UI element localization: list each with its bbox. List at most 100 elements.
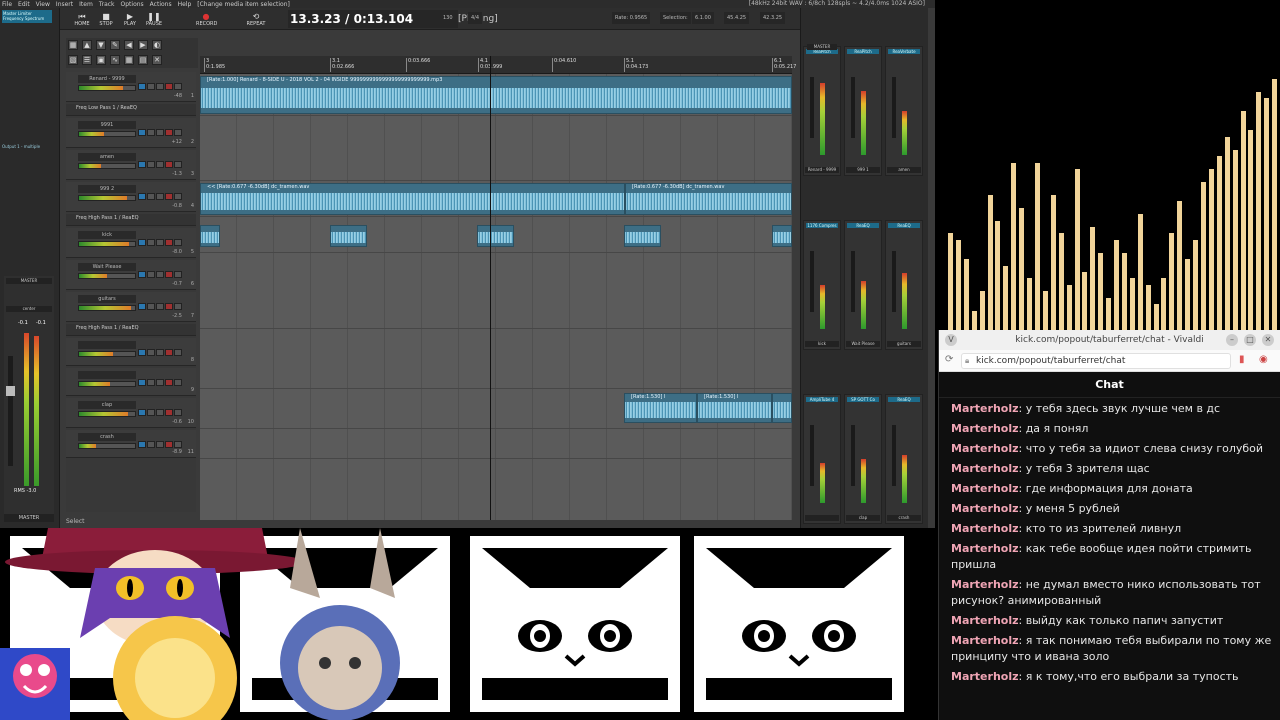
snap-icon[interactable]: ▦ [124, 55, 134, 65]
extension-icon-2[interactable]: ◉ [1259, 354, 1268, 365]
minimize-icon[interactable]: – [1226, 334, 1238, 346]
track-header[interactable]: kick -8.0 5 [66, 228, 196, 258]
channel-fx-slot[interactable]: ReaEQ [888, 223, 920, 228]
fx-button[interactable] [138, 303, 146, 310]
pause-button[interactable]: ❚❚ PAUSE [144, 12, 164, 28]
channel-fader[interactable] [892, 77, 896, 139]
mixer-channel-strip[interactable]: ReaEQ Wait Please [844, 220, 882, 350]
volume-slider[interactable] [78, 411, 136, 417]
record-arm-button[interactable] [165, 409, 173, 416]
solo-button[interactable] [156, 193, 164, 200]
mixer-channel-strip[interactable]: ReaEQ guitars [885, 220, 923, 350]
channel-fader[interactable] [810, 251, 814, 313]
menu-file[interactable]: File [2, 1, 12, 8]
mixer-channel-strip[interactable]: 1176 Compres kick [803, 220, 841, 350]
clip-kick[interactable] [330, 225, 367, 247]
track-name[interactable] [78, 341, 136, 349]
mixer-channel-strip[interactable]: AmpliTube 4 [803, 394, 841, 524]
extension-icon[interactable]: ▮ [1239, 354, 1245, 365]
master-pan-readout[interactable]: center [6, 306, 52, 312]
channel-name[interactable]: 999 1 [846, 167, 880, 173]
menu-actions[interactable]: Actions [150, 1, 172, 8]
record-arm-button[interactable] [165, 161, 173, 168]
ruler-marker[interactable]: 3 0:1.985 [204, 58, 225, 72]
chat-username[interactable]: Marterholz [951, 542, 1019, 555]
play-button[interactable]: ▶ PLAY [120, 12, 140, 28]
solo-button[interactable] [156, 129, 164, 136]
channel-fx-slot[interactable]: AmpliTube 4 [806, 397, 838, 402]
playrate-box[interactable]: Rate: 0.9565 [612, 12, 651, 24]
record-arm-button[interactable] [165, 271, 173, 278]
route-button[interactable] [174, 193, 182, 200]
channel-fx-slot[interactable]: ReaEQ [888, 397, 920, 402]
folder-track[interactable]: Freq High Pass 1 / ReaEQ [66, 324, 196, 336]
bpm-box[interactable]: 130 [440, 12, 456, 24]
channel-name[interactable]: kick [805, 341, 839, 347]
record-arm-button[interactable] [165, 303, 173, 310]
mixer-channel-strip[interactable]: ReaEQ crash [885, 394, 923, 524]
track-name[interactable]: crash [78, 433, 136, 441]
route-button[interactable] [174, 129, 182, 136]
ruler-marker[interactable]: 5.1 0:04.173 [624, 58, 648, 72]
channel-fx-slot[interactable]: ReaEQ [847, 223, 879, 228]
record-arm-button[interactable] [165, 379, 173, 386]
clip-kick[interactable] [477, 225, 514, 247]
settings-icon[interactable]: ✎ [110, 40, 120, 50]
selection-start[interactable]: 6.1.00 [692, 12, 714, 24]
mixer-channel-strip[interactable]: SP GOTT Co clap [844, 394, 882, 524]
grid-icon[interactable]: ▧ [68, 55, 78, 65]
track-header[interactable]: amen -1.3 3 [66, 150, 196, 180]
mute-button[interactable] [147, 271, 155, 278]
clip-clap-1[interactable]: [Rate:1.530] I [624, 393, 697, 423]
record-arm-button[interactable] [165, 349, 173, 356]
track-name[interactable]: guitars [78, 295, 136, 303]
clip-dc-tramen-2[interactable]: [Rate:0.677 -6.30dB] dc_tramen.wav [625, 183, 792, 215]
solo-button[interactable] [156, 303, 164, 310]
clip-kick[interactable] [772, 225, 792, 247]
solo-button[interactable] [156, 83, 164, 90]
track-header[interactable]: crash -8.9 11 [66, 430, 196, 458]
channel-fader[interactable] [851, 77, 855, 139]
channel-fader[interactable] [892, 425, 896, 487]
repeat-button[interactable]: ⟲ REPEAT [246, 12, 266, 28]
solo-button[interactable] [156, 441, 164, 448]
chat-titlebar[interactable]: V kick.com/popout/taburferret/chat - Viv… [939, 330, 1280, 350]
mute-button[interactable] [147, 193, 155, 200]
chat-username[interactable]: Marterholz [951, 442, 1019, 455]
menu-options[interactable]: Options [121, 1, 144, 8]
envelope-icon[interactable]: ∿ [110, 55, 120, 65]
chat-username[interactable]: Marterholz [951, 634, 1019, 647]
channel-fx-slot[interactable]: 1176 Compres [806, 223, 838, 228]
timeline-ruler[interactable]: 3 0:1.985 3.1 0:02.666 0:03.666 4.1 0:03.999 0:… [200, 56, 796, 74]
track-name[interactable] [78, 371, 136, 379]
ruler-marker[interactable]: 0:04.610 [552, 58, 576, 72]
route-button[interactable] [174, 239, 182, 246]
play-cursor[interactable] [490, 56, 491, 520]
track-header[interactable]: Renard - 9999 -48 1 [66, 72, 196, 102]
time-display[interactable]: 13.3.23 / 0:13.104 [288, 10, 458, 28]
volume-slider[interactable] [78, 273, 136, 279]
close-icon[interactable]: ✕ [1262, 334, 1274, 346]
record-arm-button[interactable] [165, 441, 173, 448]
ruler-marker[interactable]: 3.1 0:02.666 [330, 58, 354, 72]
chat-username[interactable]: Marterholz [951, 502, 1019, 515]
channel-fader[interactable] [892, 251, 896, 313]
undo-icon[interactable]: ◀ [124, 40, 134, 50]
url-field[interactable]: 🔒︎ kick.com/popout/taburferret/chat [961, 353, 1231, 369]
mixer-channel-strip[interactable]: ReaVerbate amen [885, 46, 923, 176]
mute-button[interactable] [147, 303, 155, 310]
track-name[interactable]: 9991 [78, 121, 136, 129]
track-name[interactable]: kick [78, 231, 136, 239]
channel-name[interactable]: Wait Please [846, 341, 880, 347]
solo-button[interactable] [156, 379, 164, 386]
route-button[interactable] [174, 349, 182, 356]
ruler-marker[interactable]: 0:03.666 [406, 58, 430, 72]
menu-help[interactable]: Help [178, 1, 192, 8]
clip-dc-tramen-1[interactable]: << [Rate:0.677 -6.30dB] dc_tramen.wav [200, 183, 625, 215]
track-header[interactable]: Wait Please -0.7 6 [66, 260, 196, 290]
fx-button[interactable] [138, 441, 146, 448]
mute-button[interactable] [147, 349, 155, 356]
fx-button[interactable] [138, 161, 146, 168]
track-name[interactable]: Renard - 9999 [78, 75, 136, 83]
ruler-marker[interactable]: 6.1 0:05.217 [772, 58, 796, 72]
